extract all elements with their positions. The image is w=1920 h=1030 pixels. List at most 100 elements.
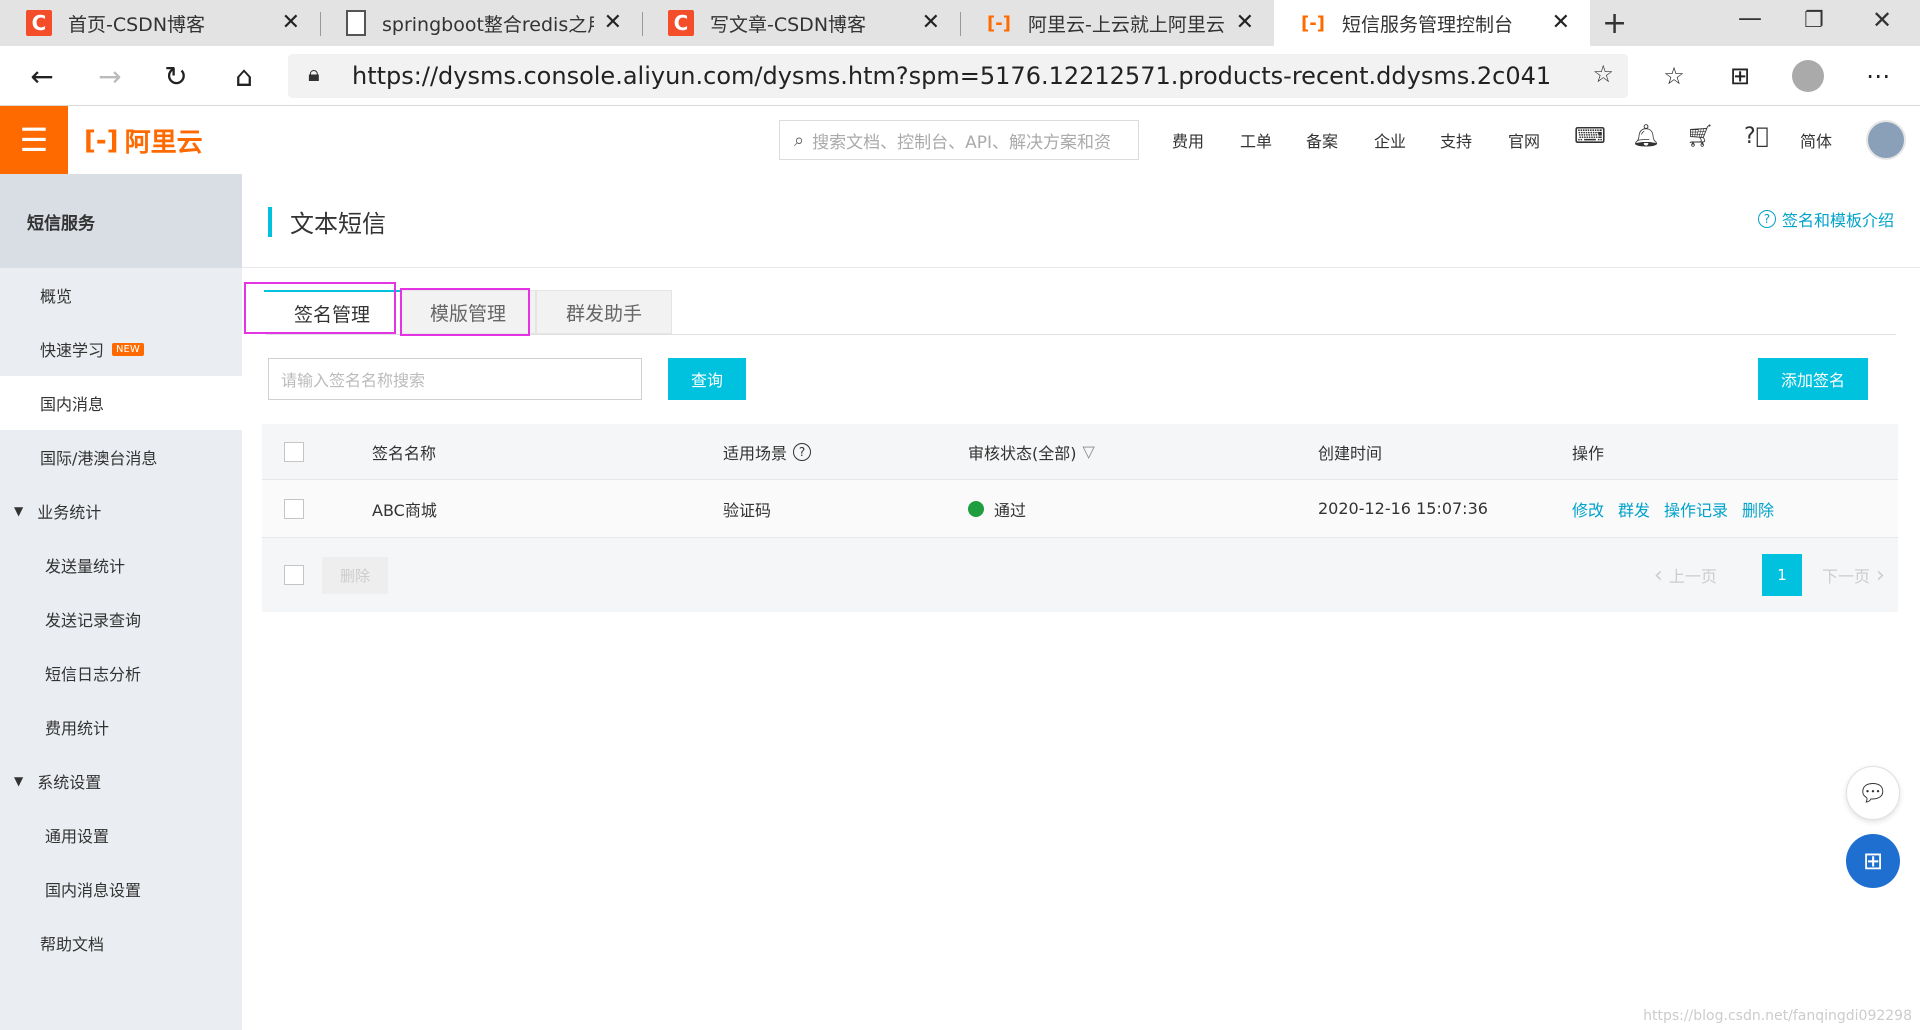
nav-fees[interactable]: 费用 [1172,128,1204,152]
menu-icon[interactable]: ☰ [0,106,68,174]
table-header: 签名名称 适用场景? 审核状态(全部) ▽ 创建时间 操作 [262,424,1898,480]
avatar[interactable] [1866,120,1906,160]
nav-support[interactable]: 支持 [1440,128,1472,152]
home-icon[interactable]: ⌂ [224,56,264,96]
browser-tab-5-active[interactable]: [-] 短信服务管理控制台 ✕ [1274,0,1590,46]
aliyun-icon: [-] [987,12,1011,34]
bulk-send-link[interactable]: 群发 [1618,497,1650,521]
nav-filing[interactable]: 备案 [1306,128,1338,152]
sidebar-item-send-volume[interactable]: 发送量统计 [0,538,242,592]
sidebar-item-send-records[interactable]: 发送记录查询 [0,592,242,646]
sidebar-item-log-analysis[interactable]: 短信日志分析 [0,646,242,700]
checkbox[interactable] [284,565,304,585]
checkbox[interactable] [284,441,304,462]
nav-enterprise[interactable]: 企业 [1374,128,1406,152]
browser-tab-1[interactable]: C 首页-CSDN博客 ✕ [0,0,320,46]
cell-scene: 验证码 [723,500,772,520]
csdn-icon: C [668,10,694,36]
row-checkbox[interactable] [284,480,304,537]
edit-link[interactable]: 修改 [1572,497,1604,521]
operation-log-link[interactable]: 操作记录 [1664,497,1728,521]
back-icon[interactable]: ← [22,56,62,96]
browser-tab-3[interactable]: C 写文章-CSDN博客 ✕ [642,0,960,46]
delete-link[interactable]: 删除 [1742,497,1774,521]
signature-search-input[interactable]: 请输入签名名称搜索 [268,358,642,400]
refresh-icon[interactable]: ↻ [156,56,196,96]
caret-down-icon: ▼ [14,774,24,788]
footer-select-all-checkbox[interactable] [284,538,304,612]
cell-created-time: 2020-12-16 15:07:36 [1318,499,1488,518]
console-header: ☰ [-] 阿里云 ⌕ 搜索文档、控制台、API、解决方案和资源 费用 工单 备… [0,106,1920,174]
browser-tab-strip: C 首页-CSDN博客 ✕ springboot整合redis之用户 ✕ C 写… [0,0,1920,46]
close-icon[interactable]: ✕ [1236,10,1254,35]
console-search-input[interactable]: ⌕ 搜索文档、控制台、API、解决方案和资源 [779,120,1139,160]
browser-tab-title: 短信服务管理控制台 [1342,13,1514,36]
minimize-icon[interactable]: — [1738,4,1762,32]
help-icon[interactable]: ?⃝ [1744,124,1769,149]
signature-table: 签名名称 适用场景? 审核状态(全部) ▽ 创建时间 操作 ABC商城 验证码 通… [262,424,1898,612]
question-icon[interactable]: ? [793,442,812,461]
prev-page-button[interactable]: ‹ 上一页 [1654,538,1717,612]
logo-text: 阿里云 [124,128,203,158]
chevron-left-icon: ‹ [1654,562,1663,588]
address-bar[interactable]: 🔒︎ https://dysms.console.aliyun.com/dysm… [288,54,1628,98]
sidebar-item-label: 国内消息 [40,395,105,414]
cart-icon[interactable]: 🛒︎ [1686,124,1714,149]
help-link[interactable]: ? 签名和模板介绍 [1757,207,1894,231]
sidebar-group-statistics[interactable]: ▼ 业务统计 [0,484,242,538]
csdn-icon: C [26,10,52,36]
sidebar-item-general-settings[interactable]: 通用设置 [0,808,242,862]
search-placeholder: 请输入签名名称搜索 [281,371,426,390]
chevron-right-icon: › [1876,562,1885,588]
table-row: ABC商城 验证码 通过 2020-12-16 15:07:36 修改 群发 操… [262,480,1898,538]
cell-actions: 修改 群发 操作记录 删除 [1572,480,1788,537]
column-header-status[interactable]: 审核状态(全部) ▽ [968,424,1095,479]
batch-delete-button[interactable]: 删除 [322,538,389,612]
favorite-star-icon[interactable]: ☆ [1592,60,1614,88]
sidebar-item-overview[interactable]: 概览 [0,268,242,322]
sidebar-item-domestic-settings[interactable]: 国内消息设置 [0,862,242,916]
sidebar-item-international[interactable]: 国际/港澳台消息 [0,430,242,484]
add-signature-button[interactable]: 添加签名 [1758,358,1868,400]
window-close-icon[interactable]: ✕ [1872,6,1892,34]
sidebar-item-label: 发送量统计 [45,557,126,576]
next-page-button[interactable]: 下一页 › [1822,538,1885,612]
restore-icon[interactable]: ❐ [1804,8,1824,33]
profile-icon[interactable] [1788,56,1828,96]
page-number-current[interactable]: 1 [1762,554,1802,596]
language-switch[interactable]: 简体 [1800,128,1832,152]
close-icon[interactable]: ✕ [922,10,940,35]
bell-icon[interactable]: 🔔︎ [1632,124,1660,149]
close-icon[interactable]: ✕ [604,10,622,35]
sidebar-item-domestic[interactable]: 国内消息 [0,376,242,430]
select-all-checkbox[interactable] [284,424,304,479]
apps-icon[interactable]: ⊞ [1846,834,1900,888]
sidebar-item-quick-learn[interactable]: 快速学习 NEW [0,322,242,376]
forward-icon[interactable]: → [90,56,130,96]
sidebar-item-fee-stats[interactable]: 费用统计 [0,700,242,754]
more-icon[interactable]: ⋯ [1858,56,1898,96]
browser-tab-4[interactable]: [-] 阿里云-上云就上阿里云 ✕ [960,0,1274,46]
sidebar-item-help-docs[interactable]: 帮助文档 [0,916,242,970]
browser-tab-2[interactable]: springboot整合redis之用户 ✕ [320,0,642,46]
document-icon [346,10,366,36]
search-placeholder: 搜索文档、控制台、API、解决方案和资源 [812,132,1113,153]
close-icon[interactable]: ✕ [1552,10,1570,35]
aliyun-logo[interactable]: [-] 阿里云 [84,122,203,159]
tab-bulk-send-assistant[interactable]: 群发助手 [536,290,672,334]
close-icon[interactable]: ✕ [282,10,300,35]
query-button[interactable]: 查询 [668,358,746,400]
button-label: 添加签名 [1780,371,1845,390]
sidebar-title: 短信服务 [0,174,242,268]
chat-icon[interactable]: 💬︎ [1846,766,1900,820]
nav-tickets[interactable]: 工单 [1240,128,1272,152]
new-tab-icon[interactable]: + [1602,6,1627,41]
sidebar-group-settings[interactable]: ▼ 系统设置 [0,754,242,808]
collections-icon[interactable]: ⊞ [1720,56,1760,96]
sidebar: 短信服务 概览 快速学习 NEW 国内消息 国际/港澳台消息 ▼ 业务统计 发送量统… [0,174,242,1030]
nav-official-site[interactable]: 官网 [1508,128,1540,152]
favorites-icon[interactable]: ☆ [1654,56,1694,96]
filter-icon[interactable]: ▽ [1083,442,1095,461]
checkbox[interactable] [284,498,304,519]
terminal-icon[interactable]: ⌨ [1574,124,1606,149]
